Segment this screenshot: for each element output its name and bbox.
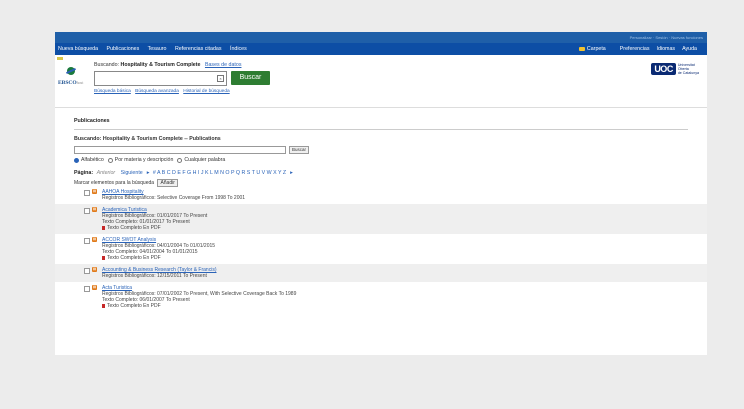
search-db-name: Hospitality & Tourism Complete xyxy=(120,62,201,68)
basic-search-link[interactable]: Búsqueda básica xyxy=(94,89,131,94)
search-history-link[interactable]: Historial de búsqueda xyxy=(183,89,229,94)
radio-materia[interactable]: Por materia y descripción xyxy=(107,157,173,163)
nav-nueva-busqueda[interactable]: Nueva búsqueda xyxy=(58,46,98,52)
list-item: ▤ AAHOA Hospitality Registros Bibliográfic… xyxy=(74,186,688,204)
nav-carpeta[interactable]: Carpeta xyxy=(578,46,613,52)
uoc-mark: UOC xyxy=(651,63,676,75)
top-link-sesion[interactable]: Sesión xyxy=(655,35,667,40)
folder-icon xyxy=(578,46,585,51)
list-item: ▤ Accounting & Business Research (Taylor … xyxy=(55,264,707,282)
journal-icon: ▤ xyxy=(92,267,97,272)
publication-search-input[interactable] xyxy=(74,146,286,154)
item-coverage: Registros Bibliográficos: 12/15/2011 To … xyxy=(102,273,207,279)
journal-icon: ▤ xyxy=(92,285,97,290)
list-item: ▤ Acta Turistica Registros Bibliográficos:… xyxy=(74,282,688,312)
item-checkbox[interactable] xyxy=(84,238,90,244)
item-checkbox[interactable] xyxy=(84,286,90,292)
next-page[interactable]: Siguiente xyxy=(121,170,143,176)
top-link-personalizar[interactable]: Personalizar xyxy=(630,35,652,40)
journal-icon: ▤ xyxy=(92,237,97,242)
publication-list: ▤ AAHOA Hospitality Registros Bibliográfic… xyxy=(55,186,707,312)
pdf-link[interactable]: Texto Completo En PDF xyxy=(102,255,688,261)
pdf-icon xyxy=(102,226,105,230)
item-coverage: Registros Bibliográficos: Selective Cove… xyxy=(102,195,246,201)
main-nav: Nueva búsqueda Publicaciones Tesauro Ref… xyxy=(55,43,707,55)
top-strip: Personalizar · Sesión · Nuevas funciones xyxy=(55,32,707,43)
nav-indices[interactable]: Índices xyxy=(230,46,247,52)
item-checkbox[interactable] xyxy=(84,268,90,274)
nav-tesauro[interactable]: Tesauro xyxy=(148,46,167,52)
radio-alfabetico[interactable]: Alfabético xyxy=(74,157,104,163)
item-checkbox[interactable] xyxy=(84,190,90,196)
journal-icon: ▤ xyxy=(92,207,97,212)
clear-icon[interactable]: × xyxy=(217,75,224,82)
logo-host: host xyxy=(76,80,84,85)
pagination: Página: Anterior Siguiente ▸ # A B C D E … xyxy=(74,170,293,176)
advanced-search-link[interactable]: Búsqueda avanzada xyxy=(135,89,179,94)
list-item: ▤ ACCOR SWOT Analysis Registros Bibliográf… xyxy=(74,234,688,264)
databases-link[interactable]: Bases de datos xyxy=(205,62,242,68)
nav-ayuda[interactable]: Ayuda xyxy=(682,46,697,52)
next-arrow-icon[interactable]: ▸ xyxy=(147,170,150,176)
ebsco-logo[interactable]: EBSCOhost xyxy=(57,57,90,95)
search-label: Buscando: Hospitality & Tourism Complete… xyxy=(94,62,242,68)
nav-idiomas[interactable]: Idiomas xyxy=(657,46,676,52)
page: Personalizar · Sesión · Nuevas funciones… xyxy=(55,32,707,355)
search-input[interactable]: × xyxy=(94,71,227,86)
pdf-icon xyxy=(102,304,105,308)
flag-icon xyxy=(57,57,63,60)
uoc-name: Universitat Oberta de Catalunya xyxy=(677,63,699,75)
letters-next-arrow-icon[interactable]: ▸ xyxy=(290,170,293,176)
journal-icon: ▤ xyxy=(92,189,97,194)
pdf-link[interactable]: Texto Completo En PDF xyxy=(102,225,688,231)
search-area: Buscando: Hospitality & Tourism Complete… xyxy=(94,62,270,94)
content: Publicaciones Buscando: Hospitality & To… xyxy=(55,108,707,316)
pdf-icon xyxy=(102,256,105,260)
top-link-nuevas[interactable]: Nuevas funciones xyxy=(671,35,703,40)
ebsco-logo-mark xyxy=(67,67,75,75)
header: EBSCOhost Buscando: Hospitality & Touris… xyxy=(55,55,707,108)
section-title: Publicaciones xyxy=(74,112,688,130)
top-links: Personalizar · Sesión · Nuevas funciones xyxy=(629,35,703,40)
nav-publicaciones[interactable]: Publicaciones xyxy=(107,46,140,52)
letter-index[interactable]: # A B C D E F G H I J K L M N O P Q R S … xyxy=(153,170,286,176)
publication-search-button[interactable]: Buscar xyxy=(289,146,310,154)
search-links: Búsqueda básica Búsqueda avanzada Histor… xyxy=(94,89,270,94)
list-item: ▤ Academica Turistica Registros Bibliográf… xyxy=(55,204,707,234)
logo-brand: EBSCO xyxy=(58,80,77,86)
publications-heading: Buscando: Hospitality & Tourism Complete… xyxy=(74,136,221,142)
pdf-link[interactable]: Texto Completo En PDF xyxy=(102,303,688,309)
radio-cualquier[interactable]: Cualquier palabra xyxy=(177,157,225,163)
nav-preferencias[interactable]: Preferencias xyxy=(620,46,650,52)
uoc-logo: UOC Universitat Oberta de Catalunya xyxy=(651,63,699,75)
previous-page: Anterior xyxy=(96,170,116,176)
item-checkbox[interactable] xyxy=(84,208,90,214)
search-button[interactable]: Buscar xyxy=(231,71,270,85)
search-mode-radios: Alfabético Por materia y descripción Cua… xyxy=(74,157,688,163)
nav-referencias[interactable]: Referencias citadas xyxy=(175,46,222,52)
